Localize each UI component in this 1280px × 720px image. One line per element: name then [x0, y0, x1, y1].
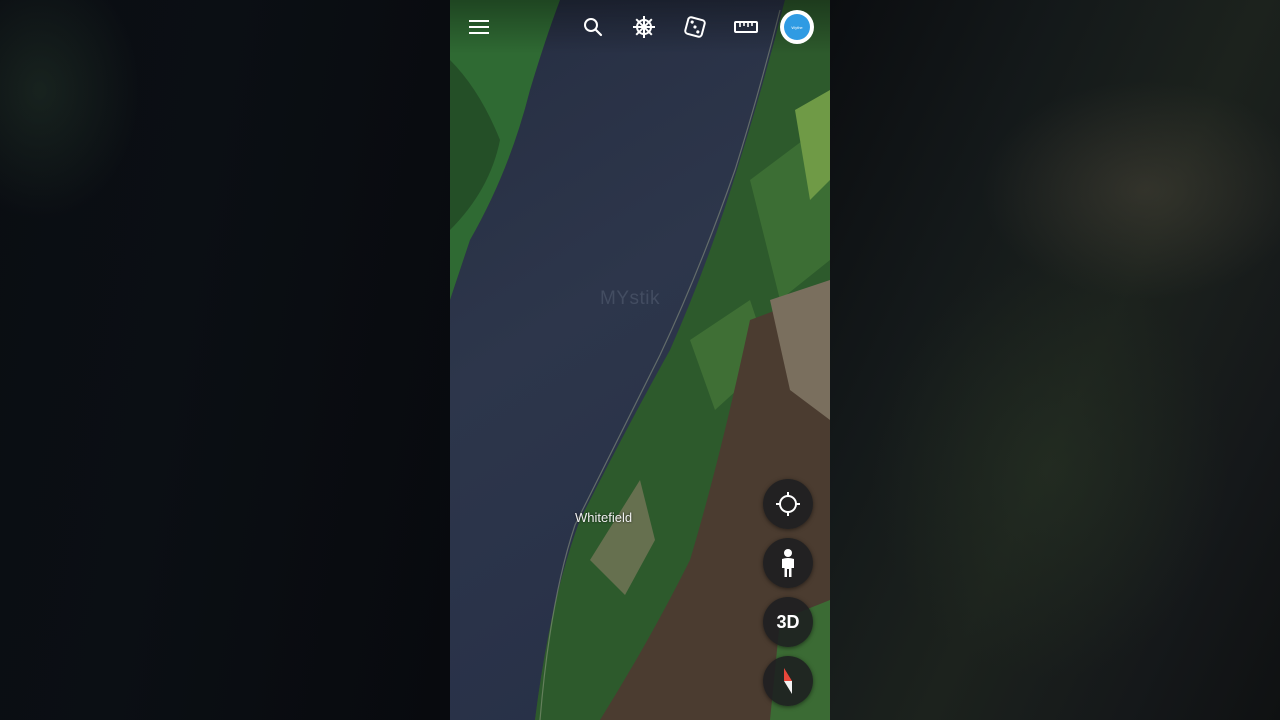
my-location-button[interactable] — [763, 479, 813, 529]
measure-button[interactable] — [729, 10, 763, 44]
hamburger-menu-icon — [469, 20, 489, 34]
ship-wheel-icon — [633, 16, 655, 38]
view-3d-label: 3D — [776, 611, 800, 632]
dice-icon — [684, 16, 706, 38]
compass-button[interactable] — [763, 656, 813, 706]
ruler-icon — [734, 21, 758, 33]
street-view-button[interactable] — [763, 538, 813, 588]
search-icon — [584, 18, 603, 37]
blurred-background-right — [830, 0, 1280, 720]
view-3d-button[interactable]: 3D — [763, 597, 813, 647]
random-place-button[interactable] — [678, 10, 712, 44]
compass-icon — [784, 668, 792, 694]
blurred-background-left — [0, 0, 450, 720]
top-toolbar: Wythe — [450, 0, 830, 54]
voyager-button[interactable] — [627, 10, 661, 44]
pegman-icon — [782, 549, 794, 577]
search-button[interactable] — [576, 10, 610, 44]
place-label-whitefield[interactable]: Whitefield — [575, 510, 632, 525]
menu-button[interactable] — [462, 10, 496, 44]
avatar-text: Wythe — [791, 24, 803, 30]
map-watermark: MYstik — [600, 288, 660, 309]
map-viewport[interactable]: MYstik Whitefield Wythe 3D — [450, 0, 830, 720]
avatar-badge: Wythe — [784, 14, 810, 40]
profile-avatar[interactable]: Wythe — [780, 10, 814, 44]
crosshair-location-icon — [776, 492, 800, 516]
